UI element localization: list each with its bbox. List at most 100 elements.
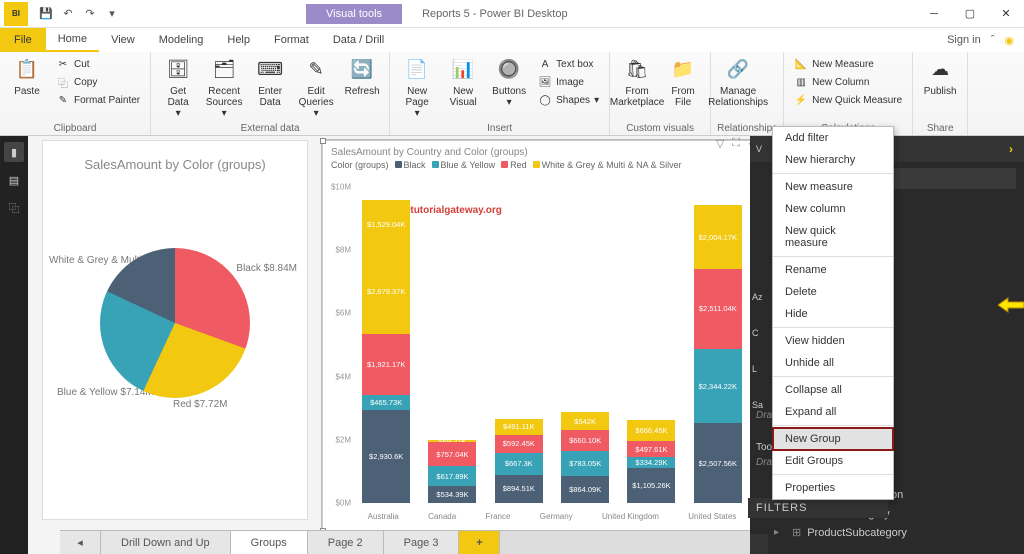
home-tab[interactable]: Home: [46, 28, 99, 52]
get-data-button[interactable]: 🗄Get Data▾: [157, 54, 199, 121]
window-title: Reports 5 - Power BI Desktop: [422, 8, 568, 20]
help-icon[interactable]: ◉: [1004, 34, 1014, 47]
publish-button[interactable]: ☁Publish: [919, 54, 961, 99]
app-icon: BI: [4, 2, 28, 26]
file-tab[interactable]: File: [0, 28, 46, 52]
datadrill-tab[interactable]: Data / Drill: [321, 28, 396, 52]
bar-segment: $1,529.04K: [362, 200, 410, 249]
bar-australia: $2,930.6K$465.73K$1,921.17K$2,679.37K$1,…: [362, 200, 410, 503]
bar-segment: $894.51K: [495, 475, 543, 503]
annotation-arrow-icon: [998, 296, 1024, 314]
ctx-new-hierarchy[interactable]: New hierarchy: [773, 149, 893, 171]
cut-button[interactable]: ✂Cut: [52, 56, 144, 72]
shapes-button[interactable]: ◯Shapes▾: [534, 92, 603, 108]
new-quick-measure-button[interactable]: ⚡New Quick Measure: [790, 92, 906, 108]
data-view-icon[interactable]: ▤: [4, 170, 24, 190]
page-tab-groups[interactable]: Groups: [231, 531, 308, 554]
ctx-hide[interactable]: Hide: [773, 303, 893, 325]
new-visual-button[interactable]: 📊New Visual: [442, 54, 484, 110]
bar-legend: Color (groups) Black Blue & Yellow Red W…: [323, 160, 750, 170]
x-label: United Kingdom: [602, 512, 659, 521]
insert-group-label: Insert: [396, 122, 603, 135]
redo-icon[interactable]: ↷: [80, 4, 100, 24]
view-tab[interactable]: View: [99, 28, 147, 52]
help-tab[interactable]: Help: [215, 28, 262, 52]
format-painter-button[interactable]: ✎Format Painter: [52, 92, 144, 108]
recent-sources-button[interactable]: 🗂Recent Sources▾: [203, 54, 245, 121]
ctx-expand-all[interactable]: Expand all: [773, 401, 893, 423]
page-tabs: ◂ Drill Down and Up Groups Page 2 Page 3…: [60, 530, 750, 554]
ctx-new-measure[interactable]: New measure: [773, 176, 893, 198]
model-view-icon[interactable]: ⿻: [4, 198, 24, 218]
visual-tools-tab[interactable]: Visual tools: [306, 4, 402, 24]
new-page-button[interactable]: 📄New Page▾: [396, 54, 438, 121]
chevron-right-icon[interactable]: ›: [1009, 142, 1014, 156]
vis-pane-header[interactable]: V: [750, 136, 768, 162]
table-productsubcategory[interactable]: ▸⊞ProductSubcategory: [768, 523, 1024, 542]
report-view-icon[interactable]: ▮: [4, 142, 24, 162]
page-nav-left[interactable]: ◂: [60, 531, 101, 554]
ctx-new-quick-measure[interactable]: New quick measure: [773, 220, 893, 254]
bar-segment: $592.45K: [495, 435, 543, 454]
image-button[interactable]: 🖼Image: [534, 74, 603, 90]
ctx-edit-groups[interactable]: Edit Groups: [773, 450, 893, 472]
undo-icon[interactable]: ↶: [58, 4, 78, 24]
clipboard-group-label: Clipboard: [6, 122, 144, 135]
bar-title: SalesAmount by Country and Color (groups…: [323, 141, 750, 160]
bar-segment: $2,004.17K: [694, 205, 742, 269]
external-data-group-label: External data: [157, 122, 383, 135]
close-button[interactable]: ✕: [988, 0, 1024, 28]
new-measure-button[interactable]: 📐New Measure: [790, 56, 906, 72]
minimize-button[interactable]: ─: [916, 0, 952, 28]
ctx-unhide-all[interactable]: Unhide all: [773, 352, 893, 374]
copy-button[interactable]: ⿻Copy: [52, 74, 144, 90]
ctx-delete[interactable]: Delete: [773, 281, 893, 303]
add-page-button[interactable]: +: [459, 531, 500, 554]
buttons-button[interactable]: 🔘Buttons▾: [488, 54, 530, 110]
visualizations-pane-edge: V AzCLSa: [750, 136, 768, 554]
manage-relationships-button[interactable]: 🔗Manage Relationships: [717, 54, 759, 110]
x-label: United States: [688, 512, 736, 521]
focus-mode-icon[interactable]: ⛶: [732, 137, 740, 150]
refresh-button[interactable]: 🔄Refresh: [341, 54, 383, 99]
x-label: France: [486, 512, 511, 521]
ctx-new-column[interactable]: New column: [773, 198, 893, 220]
ctx-properties[interactable]: Properties: [773, 477, 893, 499]
ctx-rename[interactable]: Rename: [773, 259, 893, 281]
filter-icon[interactable]: ▽: [716, 137, 724, 150]
bar-france: $894.51K$667.3K$592.45K$491.11K: [495, 419, 543, 503]
page-tab-drill[interactable]: Drill Down and Up: [101, 531, 231, 554]
from-file-button[interactable]: 📁From File: [662, 54, 704, 110]
bar-segment: $660.10K: [561, 430, 609, 451]
save-icon[interactable]: 💾: [36, 4, 56, 24]
signin-link[interactable]: Sign in: [947, 34, 981, 46]
qat-dropdown-icon[interactable]: ▾: [102, 4, 122, 24]
ctx-add-filter[interactable]: Add filter: [773, 127, 893, 149]
text-box-button[interactable]: AText box: [534, 56, 603, 72]
ctx-new-group[interactable]: New Group: [773, 428, 893, 450]
from-marketplace-button[interactable]: 🛍From Marketplace: [616, 54, 658, 110]
modeling-tab[interactable]: Modeling: [147, 28, 216, 52]
page-tab-page2[interactable]: Page 2: [308, 531, 384, 554]
more-options-icon[interactable]: ⋯: [748, 137, 750, 150]
stacked-bar-chart-visual[interactable]: ▽ ⛶ ⋯ SalesAmount by Country and Color (…: [322, 140, 750, 532]
bar-segment: $2,507.56K: [694, 423, 742, 503]
ctx-collapse-all[interactable]: Collapse all: [773, 379, 893, 401]
report-canvas[interactable]: SalesAmount by Color (groups) White & Gr…: [28, 136, 750, 554]
pie-label-black: Black $8.84M: [236, 263, 297, 275]
edit-queries-button[interactable]: ✎Edit Queries▾: [295, 54, 337, 121]
filters-header[interactable]: FILTERS: [748, 498, 888, 518]
ctx-view-hidden[interactable]: View hidden: [773, 330, 893, 352]
pie-title: SalesAmount by Color (groups): [43, 141, 307, 178]
bar-segment: $2,679.37K: [362, 249, 410, 334]
enter-data-button[interactable]: ⌨Enter Data: [249, 54, 291, 110]
paste-button[interactable]: 📋Paste: [6, 54, 48, 99]
page-tab-page3[interactable]: Page 3: [384, 531, 460, 554]
pie-chart-visual[interactable]: SalesAmount by Color (groups) White & Gr…: [42, 140, 308, 520]
new-column-button[interactable]: ▥New Column: [790, 74, 906, 90]
format-tab[interactable]: Format: [262, 28, 321, 52]
maximize-button[interactable]: ▢: [952, 0, 988, 28]
bar-plot: $10M $8M $6M $4M $2M $0M $2,930.6K$465.7…: [353, 187, 750, 503]
collapse-ribbon-icon[interactable]: ˆ: [991, 34, 995, 46]
bar-segment: $534.39K: [428, 486, 476, 503]
